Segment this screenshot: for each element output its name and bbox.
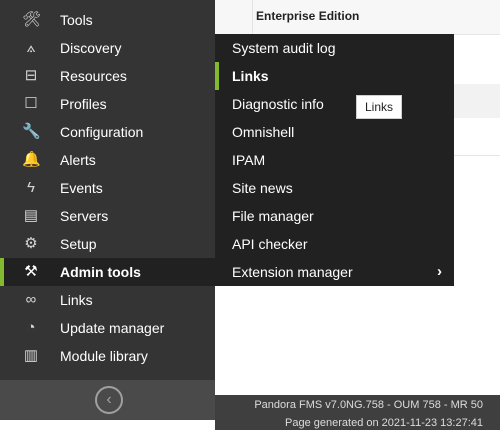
submenu-item-label: Omnishell: [232, 124, 295, 140]
submenu-item-label: API checker: [232, 236, 308, 252]
submenu-item-label: File manager: [232, 208, 314, 224]
sidebar-item-label: Profiles: [60, 96, 107, 112]
resources-icon: ⊟: [24, 67, 38, 84]
sidebar-item-label: Configuration: [60, 124, 144, 140]
submenu-item-links[interactable]: Links: [215, 62, 454, 90]
bell-icon: 🔔: [22, 151, 41, 168]
submenu-item-api-checker[interactable]: API checker: [215, 230, 454, 258]
library-icon: ▥: [23, 347, 39, 364]
sidebar-item-profiles[interactable]: ☐ Profiles: [0, 90, 215, 118]
sidebar-item-tools[interactable]: 🛠 Tools: [0, 6, 215, 34]
discovery-icon: ⟑: [26, 39, 36, 56]
servers-icon: ▤: [23, 207, 39, 224]
submenu-item-ipam[interactable]: IPAM: [215, 146, 454, 174]
sidebar-item-alerts[interactable]: 🔔 Alerts: [0, 146, 215, 174]
sidebar-item-label: Discovery: [60, 40, 122, 56]
sidebar-item-label: Admin tools: [60, 264, 141, 280]
links-icon: ∞: [25, 291, 37, 308]
submenu-item-system-audit-log[interactable]: System audit log: [215, 34, 454, 62]
sidebar-collapse-bar: ‹: [0, 380, 215, 420]
submenu-item-label: Site news: [232, 180, 293, 196]
sidebar-item-module-library[interactable]: ▥ Module library: [0, 342, 215, 370]
active-indicator: [215, 62, 219, 90]
sidebar-item-label: Update manager: [60, 320, 165, 336]
table-header-row: Enterprise Edition: [215, 0, 500, 35]
profiles-icon: ☐: [24, 95, 38, 112]
sidebar-item-admin-tools[interactable]: ⚒ Admin tools: [0, 258, 215, 286]
sidebar-item-events[interactable]: ϟ Events: [0, 174, 215, 202]
edition-title: Enterprise Edition: [256, 9, 360, 23]
sidebar-item-label: Module library: [60, 348, 148, 364]
sidebar-item-links[interactable]: ∞ Links: [0, 286, 215, 314]
version-text: Pandora FMS v7.0NG.758 - OUM 758 - MR 50: [254, 399, 483, 411]
sidebar-item-update-manager[interactable]: ◔ Update manager: [0, 314, 215, 342]
admin-tools-icon: ⚒: [24, 263, 38, 280]
submenu-item-file-manager[interactable]: File manager: [215, 202, 454, 230]
tools-icon: 🛠: [22, 11, 42, 28]
chevron-left-icon[interactable]: ‹: [95, 386, 123, 414]
column-divider: [252, 0, 253, 34]
submenu-item-label: IPAM: [232, 152, 266, 168]
sidebar-item-label: Setup: [60, 236, 97, 252]
footer: Pandora FMS v7.0NG.758 - OUM 758 - MR 50…: [215, 395, 500, 430]
sidebar-item-servers[interactable]: ▤ Servers: [0, 202, 215, 230]
submenu-item-omnishell[interactable]: Omnishell: [215, 118, 454, 146]
sidebar-item-label: Events: [60, 180, 103, 196]
submenu-item-label: Links: [232, 68, 269, 84]
submenu-item-diagnostic-info[interactable]: Diagnostic info: [215, 90, 454, 118]
active-indicator: [0, 258, 4, 286]
sidebar-item-label: Links: [60, 292, 93, 308]
chevron-right-icon: ›: [437, 263, 442, 280]
events-icon: ϟ: [27, 179, 35, 196]
submenu-item-label: System audit log: [232, 40, 336, 56]
page-generated-text: Page generated on 2021-11-23 13:27:41: [285, 417, 483, 429]
submenu-item-label: Diagnostic info: [232, 96, 324, 112]
sidebar-item-setup[interactable]: ⚙ Setup: [0, 230, 215, 258]
sidebar-item-configuration[interactable]: 🔧 Configuration: [0, 118, 215, 146]
tooltip: Links: [356, 95, 403, 119]
wrench-icon: 🔧: [22, 123, 41, 140]
sidebar-item-label: Tools: [60, 12, 93, 28]
gear-icon: ⚙: [24, 235, 38, 252]
sidebar: 🛠 Tools ⟑ Discovery ⊟ Resources ☐ Profil…: [0, 0, 215, 380]
sidebar-item-label: Resources: [60, 68, 127, 84]
sidebar-item-discovery[interactable]: ⟑ Discovery: [0, 34, 215, 62]
submenu-item-site-news[interactable]: Site news: [215, 174, 454, 202]
admin-tools-submenu: System audit log Links Diagnostic info O…: [215, 34, 454, 286]
sidebar-item-label: Alerts: [60, 152, 96, 168]
update-icon: ◔: [26, 319, 36, 336]
sidebar-item-label: Servers: [60, 208, 109, 224]
sidebar-item-resources[interactable]: ⊟ Resources: [0, 62, 215, 90]
submenu-item-label: Extension manager: [232, 264, 353, 280]
submenu-item-extension-manager[interactable]: Extension manager ›: [215, 258, 454, 286]
